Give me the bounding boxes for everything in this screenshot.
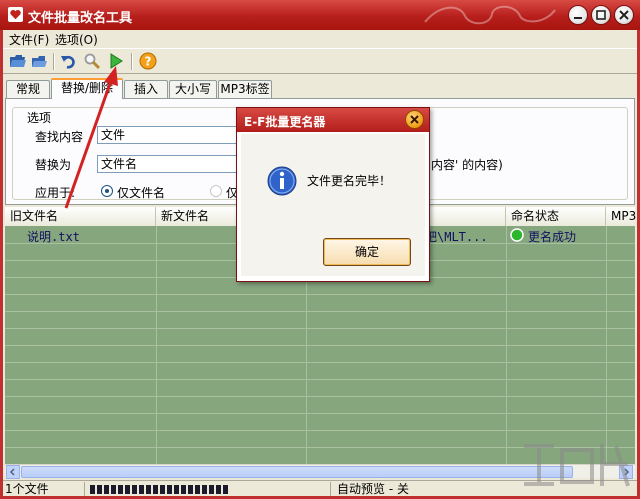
menu-file[interactable]: 文件(F) <box>9 31 49 48</box>
maximize-icon <box>596 10 606 20</box>
replace-input[interactable]: 文件名 <box>97 155 243 173</box>
radio-filename-only[interactable] <box>101 185 113 197</box>
status-file-count: 1个文件 <box>3 482 85 496</box>
column-mp3[interactable]: MP3 <box>606 207 636 226</box>
minimize-icon <box>574 17 582 19</box>
window-title: 文件批量改名工具 <box>28 11 133 26</box>
svg-text:?: ? <box>145 55 152 69</box>
tab-general[interactable]: 常规 <box>6 80 50 98</box>
open-folder-icon[interactable] <box>9 52 27 70</box>
dialog-body: 文件更名完毕！ 确定 <box>241 134 425 276</box>
status-auto-preview: 自动预览 - 关 <box>337 482 409 496</box>
row-old-name[interactable]: 说明.txt <box>27 228 80 245</box>
apply-to-label: 应用于: <box>35 186 76 200</box>
dialog-title: E-F批量更名器 <box>244 115 326 129</box>
tab-replace-delete[interactable]: 替换/删除 <box>51 78 123 99</box>
grid-line <box>5 430 635 431</box>
toolbar-separator <box>131 53 133 70</box>
open-files-icon[interactable] <box>30 52 48 70</box>
dialog-message: 文件更名完毕！ <box>307 174 392 188</box>
replace-hint-text: 内容' 的内容) <box>431 158 503 172</box>
info-icon <box>267 166 297 196</box>
grid-line <box>5 413 635 414</box>
tab-mp3-tags[interactable]: MP3标签 <box>218 80 272 98</box>
preview-magnifier-icon[interactable] <box>83 52 101 70</box>
column-status[interactable]: 命名状态 <box>506 207 606 226</box>
grid-line <box>5 294 635 295</box>
tab-case[interactable]: 大小写 <box>169 80 217 98</box>
scroll-left-button[interactable] <box>6 465 20 479</box>
radio-other-option[interactable] <box>210 185 222 197</box>
find-label: 查找内容 <box>35 130 84 144</box>
grid-line <box>5 345 635 346</box>
row-path[interactable]: 吧\MLT... <box>425 228 488 245</box>
chevron-left-icon <box>9 468 15 476</box>
watermark-logo <box>524 444 630 487</box>
grid-line <box>5 396 635 397</box>
run-play-icon[interactable] <box>107 52 125 70</box>
toolbar: ? <box>3 48 637 74</box>
radio-filename-only-label: 仅文件名 <box>117 186 166 200</box>
close-icon <box>410 115 419 124</box>
title-bar: 文件批量改名工具 <box>0 0 640 30</box>
row-status[interactable]: 更名成功 <box>528 228 576 245</box>
dialog-close-button[interactable] <box>405 110 424 129</box>
success-status-icon <box>510 228 524 242</box>
close-icon <box>619 10 629 20</box>
menu-bar: 文件(F) 选项(O) <box>3 30 637 47</box>
close-button[interactable] <box>614 5 634 25</box>
grid-line <box>5 379 635 380</box>
grid-line <box>5 362 635 363</box>
options-legend: 选项 <box>25 109 54 126</box>
undo-icon[interactable] <box>60 52 78 70</box>
grid-line <box>5 328 635 329</box>
dialog-title-bar: E-F批量更名器 <box>237 108 429 132</box>
toolbar-separator <box>53 53 55 70</box>
dialog-ok-button[interactable]: 确定 <box>323 238 411 266</box>
replace-label: 替换为 <box>35 158 72 172</box>
minimize-button[interactable] <box>568 5 588 25</box>
column-old-name[interactable]: 旧文件名 <box>5 207 156 226</box>
message-dialog: E-F批量更名器 文件更名完毕！ 确定 <box>236 107 430 282</box>
maximize-button[interactable] <box>591 5 611 25</box>
decorative-swirl <box>424 5 556 25</box>
tab-insert[interactable]: 插入 <box>124 80 168 98</box>
find-input[interactable]: 文件 <box>97 126 243 144</box>
help-icon[interactable]: ? <box>139 52 157 70</box>
heart-app-icon <box>8 7 23 22</box>
menu-options[interactable]: 选项(O) <box>55 31 98 48</box>
grid-line <box>5 311 635 312</box>
progress-bar <box>90 485 230 494</box>
scroll-thumb[interactable] <box>21 466 573 478</box>
